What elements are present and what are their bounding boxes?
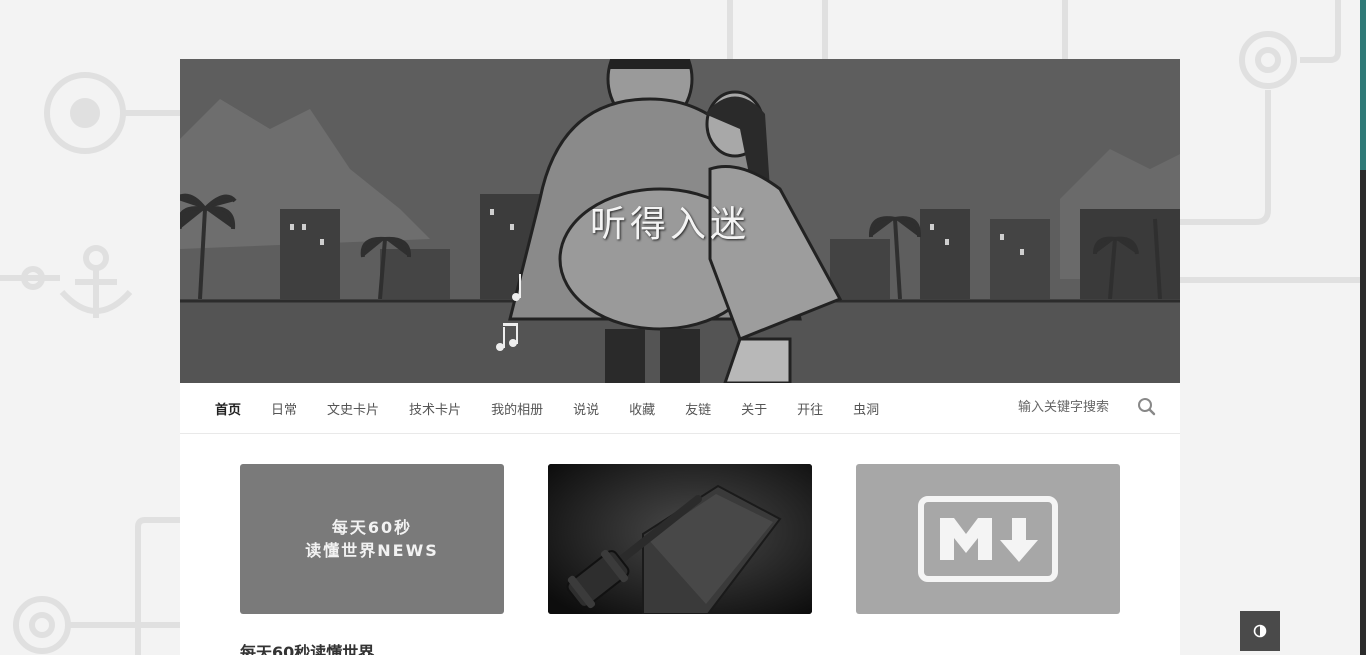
nav-item-favorites[interactable]: 收藏 xyxy=(629,399,655,418)
card-markdown[interactable] xyxy=(856,464,1120,614)
scroll-progress-bar xyxy=(1360,0,1366,170)
nav-item-home[interactable]: 首页 xyxy=(215,399,241,418)
nav-menu: 首页 日常 文史卡片 技术卡片 我的相册 说说 收藏 友链 关于 开往 虫洞 xyxy=(180,399,909,418)
card-gavel-image[interactable] xyxy=(548,464,812,614)
search-icon[interactable] xyxy=(1136,396,1158,418)
markdown-logo-icon xyxy=(918,496,1058,582)
search-input[interactable] xyxy=(1016,398,1130,416)
nav-item-moments[interactable]: 说说 xyxy=(573,399,599,418)
card-news-line1: 每天60秒 xyxy=(331,518,413,537)
search-box xyxy=(1016,396,1158,418)
nav-item-travelling[interactable]: 开往 xyxy=(797,399,823,418)
nav-item-history-cards[interactable]: 文史卡片 xyxy=(327,399,379,418)
nav-item-about[interactable]: 关于 xyxy=(741,399,767,418)
card-news[interactable]: 每天60秒 读懂世界NEWS xyxy=(240,464,504,614)
nav-item-album[interactable]: 我的相册 xyxy=(491,399,543,418)
theme-toggle-button[interactable] xyxy=(1240,611,1280,651)
gavel-book-image xyxy=(548,464,812,614)
nav-item-wormhole[interactable]: 虫洞 xyxy=(853,399,879,418)
header-banner: 听得入迷 xyxy=(180,59,1180,383)
featured-cards: 每天60秒 读懂世界NEWS xyxy=(180,434,1180,614)
post-title[interactable]: 每天60秒读懂世界 xyxy=(240,639,374,655)
nav-item-daily[interactable]: 日常 xyxy=(271,399,297,418)
contrast-icon xyxy=(1253,624,1267,638)
card-news-line2: 读懂世界NEWS xyxy=(305,541,439,560)
page-container: 听得入迷 首页 日常 文史卡片 技术卡片 我的相册 说说 收藏 友链 关于 开往… xyxy=(180,59,1180,655)
nav-item-tech-cards[interactable]: 技术卡片 xyxy=(409,399,461,418)
main-navigation: 首页 日常 文史卡片 技术卡片 我的相册 说说 收藏 友链 关于 开往 虫洞 xyxy=(180,383,1180,434)
nav-item-links[interactable]: 友链 xyxy=(685,399,711,418)
banner-title: 听得入迷 xyxy=(590,204,751,245)
scrollbar-track[interactable] xyxy=(1360,170,1366,655)
